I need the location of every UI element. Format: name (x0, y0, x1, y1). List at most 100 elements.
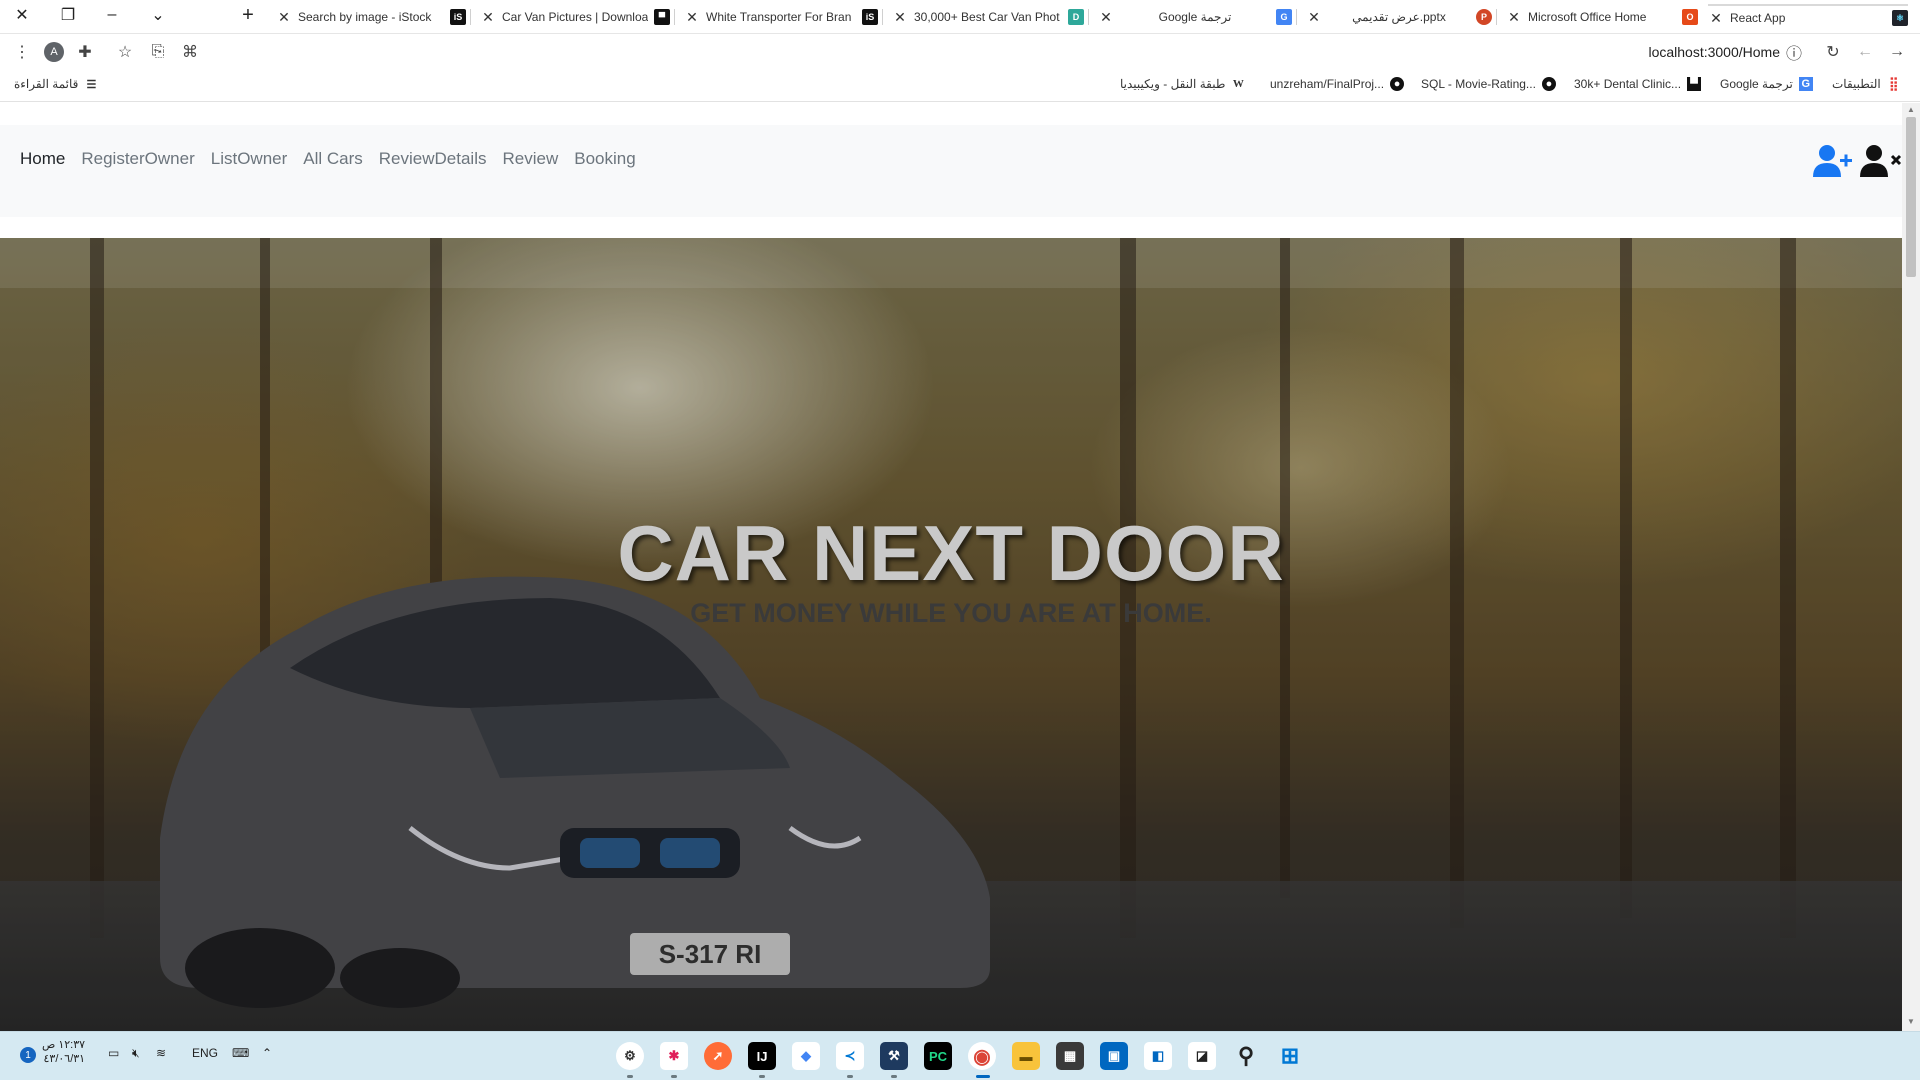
github-icon: ● (1390, 77, 1405, 91)
translate-page-icon[interactable]: ⌘ (178, 40, 202, 64)
tab-close-icon[interactable]: ✕ (1306, 9, 1322, 26)
vscode-icon[interactable]: ≺ (836, 1042, 864, 1070)
forward-arrow-icon[interactable]: → (1885, 40, 1909, 64)
react-icon: ⚛ (1892, 10, 1908, 26)
pycharm-icon[interactable]: PC (924, 1042, 952, 1070)
istock-icon: iS (450, 9, 466, 25)
nav-register-owner[interactable]: RegisterOwner (81, 149, 194, 169)
google-translate-icon: G (1276, 9, 1292, 25)
unsplash-icon: ▀ (1687, 77, 1702, 91)
wifi-icon[interactable]: ≋ (156, 1046, 166, 1060)
tray-overflow-icon[interactable]: ⌃ (262, 1046, 272, 1060)
intellij-icon[interactable]: IJ (748, 1042, 776, 1070)
tab-car-van-pictures[interactable]: ✕ Car Van Pictures | Downloa ▀ (480, 4, 670, 30)
tab-close-icon[interactable]: ✕ (1506, 9, 1522, 26)
tab-close-icon[interactable]: ✕ (276, 9, 292, 26)
scroll-down-arrow-icon[interactable]: ▼ (1906, 1017, 1916, 1026)
address-bar: ⋮ A ✚ ☆ ⎘ ⌘ localhost:3000/Home ⓘ ↻ ← → (0, 34, 1920, 70)
tab-close-icon[interactable]: ✕ (480, 9, 496, 26)
tab-search-icon[interactable]: ⌄ (136, 0, 180, 30)
bookmark-apps[interactable]: التطبيقات ⣿ (1832, 76, 1901, 91)
postman-app-icon[interactable]: ➚ (704, 1042, 732, 1070)
tab-google-translate[interactable]: ✕ Google ترجمة G (1098, 4, 1292, 30)
tab-title: Car Van Pictures | Downloa (502, 10, 648, 24)
nav-all-cars[interactable]: All Cars (303, 149, 363, 169)
tab-powerpoint[interactable]: ✕ عرض تقديمي.pptx P (1306, 4, 1492, 30)
back-arrow-icon[interactable]: ← (1853, 40, 1877, 64)
clock-time: ١٢:٣٧ ص (42, 1039, 86, 1051)
language-indicator[interactable]: ENG (192, 1046, 218, 1060)
notification-badge[interactable]: 1 (20, 1047, 36, 1063)
store-icon[interactable]: ▣ (1100, 1042, 1128, 1070)
reload-icon[interactable]: ↻ (1821, 40, 1845, 64)
nav-review[interactable]: Review (502, 149, 558, 169)
bookmark-github-finalproj[interactable]: unzreham/FinalProj... ● (1270, 77, 1405, 91)
user-remove-icon[interactable] (1858, 143, 1902, 179)
calculator-icon[interactable]: ▦ (1056, 1042, 1084, 1070)
tab-title: عرض تقديمي.pptx (1352, 10, 1446, 24)
bookmark-google-translate[interactable]: Google ترجمة G (1720, 77, 1813, 91)
nav-booking[interactable]: Booking (574, 149, 635, 169)
tab-close-icon[interactable]: ✕ (1708, 10, 1724, 27)
powerpoint-icon: P (1476, 9, 1492, 25)
tab-react-app[interactable]: ✕ React App ⚛ (1708, 4, 1908, 30)
taskbar: 1 ١٢:٣٧ ص ٤٣/٠٦/٣١ ▭ 🔇︎ ≋ ENG ⌨ ⌃ ⚙ ✱ ➚ … (0, 1031, 1920, 1080)
search-icon[interactable]: ⚲ (1232, 1042, 1260, 1070)
tab-title: React App (1730, 11, 1786, 25)
google-translate-icon: G (1798, 77, 1813, 91)
slack-icon[interactable]: ✱ (660, 1042, 688, 1070)
windows-start-icon[interactable]: ⊞ (1276, 1042, 1304, 1070)
clock[interactable]: ١٢:٣٧ ص ٤٣/٠٦/٣١ (42, 1038, 85, 1066)
bookmark-wikipedia[interactable]: طبقة النقل - ويكيبيديا W (1120, 77, 1245, 91)
scroll-thumb[interactable] (1906, 117, 1916, 277)
user-plus-icon[interactable] (1810, 143, 1854, 179)
apps-grid-icon: ⣿ (1888, 76, 1899, 91)
reading-list-icon: ☰ (86, 78, 97, 91)
scroll-up-arrow-icon[interactable]: ▲ (1906, 105, 1916, 114)
restore-window-icon[interactable]: ❐ (46, 0, 90, 30)
task-view-icon[interactable]: ◪ (1188, 1042, 1216, 1070)
new-tab-button[interactable]: + (226, 0, 270, 30)
gemini-icon[interactable]: ◆ (792, 1042, 820, 1070)
extensions-icon[interactable]: ✚ (73, 40, 97, 64)
github-icon: ● (1541, 77, 1556, 91)
tab-search-by-image[interactable]: ✕ Search by image - iStock iS (276, 4, 466, 30)
tab-office-home[interactable]: ✕ Microsoft Office Home O (1506, 4, 1698, 30)
nav-home[interactable]: Home (20, 149, 65, 169)
postman-icon[interactable]: ⚙ (616, 1042, 644, 1070)
chrome-icon[interactable]: ◉ (968, 1042, 996, 1070)
clock-date: ٤٣/٠٦/٣١ (43, 1053, 86, 1065)
site-info-icon[interactable]: ⓘ (1782, 40, 1806, 64)
istock-icon: iS (862, 9, 878, 25)
close-window-icon[interactable]: ✕ (0, 0, 44, 30)
battery-icon[interactable]: ▭ (108, 1046, 119, 1060)
bookmarks-bar: قائمة القراءة ☰ طبقة النقل - ويكيبيديا W… (0, 70, 1920, 102)
share-icon[interactable]: ⎘ (146, 40, 170, 64)
bookmark-github-sql[interactable]: SQL - Movie-Rating... ● (1421, 77, 1556, 91)
widgets-icon[interactable]: ◧ (1144, 1042, 1172, 1070)
bookmark-dental-clinic[interactable]: 30k+ Dental Clinic... ▀ (1574, 77, 1702, 91)
hero-banner: S-317 RI CAR NEXT DOOR GET MONEY WHILE Y… (0, 238, 1902, 1031)
reading-list-button[interactable]: قائمة القراءة ☰ (14, 77, 98, 91)
mute-volume-icon[interactable]: 🔇︎ (132, 1046, 140, 1061)
page-scrollbar[interactable]: ▲ ▼ (1902, 103, 1920, 1031)
tab-best-car-van-photos[interactable]: ✕ 30,000+ Best Car Van Phot D (892, 4, 1084, 30)
hero-title: CAR NEXT DOOR (617, 509, 1285, 597)
tab-white-transporter[interactable]: ✕ White Transporter For Bran iS (684, 4, 878, 30)
url-field[interactable]: localhost:3000/Home (1648, 44, 1780, 60)
bookmark-star-icon[interactable]: ☆ (113, 40, 137, 64)
file-explorer-icon[interactable]: ▬ (1012, 1042, 1040, 1070)
ssms-icon[interactable]: ⚒ (880, 1042, 908, 1070)
hero-subtitle: GET MONEY WHILE YOU ARE AT HOME. (690, 598, 1212, 628)
tab-close-icon[interactable]: ✕ (892, 9, 908, 26)
profile-avatar[interactable]: A (42, 40, 66, 64)
tab-close-icon[interactable]: ✕ (1098, 9, 1114, 26)
nav-list-owner[interactable]: ListOwner (211, 149, 288, 169)
tab-close-icon[interactable]: ✕ (684, 9, 700, 26)
keyboard-icon[interactable]: ⌨ (232, 1046, 249, 1060)
tab-title: Search by image - iStock (298, 10, 432, 24)
nav-review-details[interactable]: ReviewDetails (379, 149, 487, 169)
tab-title: 30,000+ Best Car Van Phot (914, 10, 1060, 24)
menu-dots-icon[interactable]: ⋮ (10, 40, 34, 64)
minimize-window-icon[interactable]: – (90, 0, 134, 30)
